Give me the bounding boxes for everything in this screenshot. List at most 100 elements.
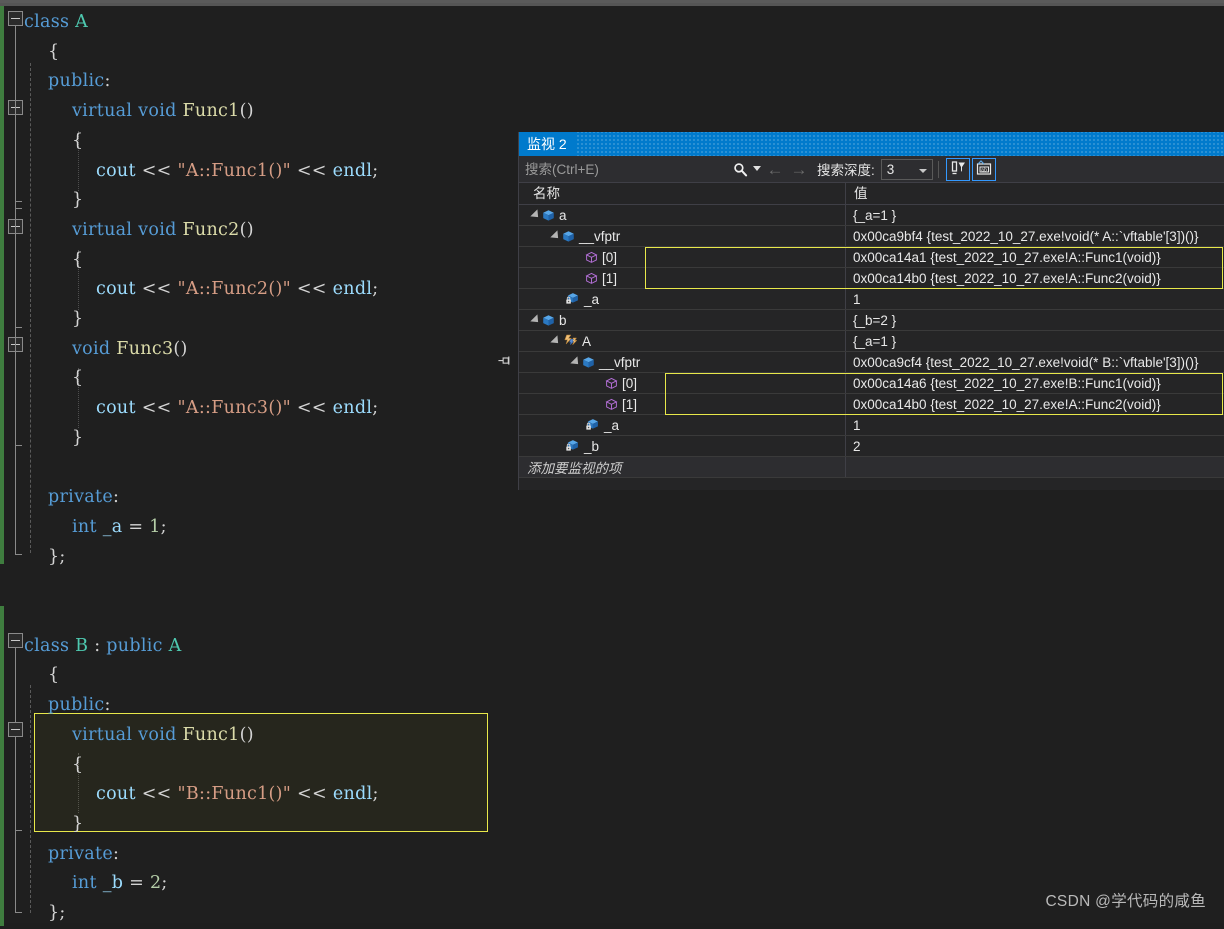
- search-previous-arrow-left-icon[interactable]: ←: [763, 159, 787, 180]
- watch-row-name-cell[interactable]: _a: [519, 415, 846, 435]
- code-line-19: };: [48, 543, 66, 573]
- watch-row[interactable]: a {_a=1 }: [519, 205, 1224, 226]
- watch-row-value-cell[interactable]: 0x00ca14a6 {test_2022_10_27.exe!B::Func1…: [846, 373, 1224, 393]
- code-line-30: int _b = 2;: [72, 869, 168, 899]
- code-token: cout: [96, 279, 136, 300]
- base-class-icon: [562, 334, 578, 348]
- watch-row-name-cell[interactable]: [0]: [519, 373, 846, 393]
- search-options-chevron-down-icon[interactable]: [751, 159, 763, 180]
- code-token: {: [72, 754, 84, 775]
- code-token: }: [72, 309, 84, 329]
- search-depth-label: 搜索深度:: [817, 163, 875, 178]
- code-token: public: [48, 71, 105, 92]
- watch-window-titlebar[interactable]: 监视 2: [519, 132, 1224, 156]
- watch-row[interactable]: b {_b=2 }: [519, 310, 1224, 331]
- watch-row-name-cell[interactable]: [0]: [519, 247, 846, 267]
- watch-row-name: __vfptr: [579, 228, 621, 244]
- code-token: <<: [141, 279, 172, 300]
- code-token: ;: [160, 516, 167, 537]
- watch-row-value-cell[interactable]: 1: [846, 289, 1224, 309]
- code-token: ;: [372, 279, 379, 300]
- watch-row-value-cell[interactable]: 0x00ca9cf4 {test_2022_10_27.exe!void(* B…: [498, 352, 1224, 372]
- watch-row-value: 0x00ca14a1 {test_2022_10_27.exe!A::Func1…: [853, 249, 1161, 265]
- watch-row[interactable]: _a 1: [519, 415, 1224, 436]
- code-token: void: [138, 101, 177, 122]
- watch-row-name-cell[interactable]: [1]: [519, 268, 846, 288]
- code-token: }: [72, 427, 84, 448]
- watch-row-name-cell[interactable]: [1]: [519, 394, 846, 414]
- watch-row-value-cell[interactable]: {_a=1 }: [846, 205, 1224, 225]
- watch-row[interactable]: A {_a=1 }: [519, 331, 1224, 352]
- column-header-value[interactable]: 值: [846, 183, 1224, 204]
- watch-row[interactable]: __vfptr 0x00ca9bf4 {test_2022_10_27.exe!v…: [519, 226, 1224, 247]
- blue-cube-icon: [542, 314, 555, 327]
- hex-display-button[interactable]: ab: [971, 157, 996, 181]
- code-token: endl: [332, 398, 373, 419]
- search-next-arrow-right-icon[interactable]: →: [787, 159, 811, 180]
- code-line-1: class A: [24, 8, 88, 38]
- expander-triangle-icon[interactable]: [550, 335, 562, 347]
- code-token: (): [239, 724, 254, 745]
- watch-row[interactable]: __vfptr 0x00ca9cf4 {test_2022_10_27.exe!v…: [498, 352, 1224, 373]
- search-icon[interactable]: [729, 159, 751, 180]
- code-token: endl: [332, 279, 373, 300]
- search-input[interactable]: [523, 158, 729, 180]
- watch-column-headers: 名称 值: [519, 183, 1224, 205]
- add-watch-item-value[interactable]: [846, 457, 1224, 477]
- watch-row[interactable]: _a 1: [519, 289, 1224, 310]
- watch-row-value-cell[interactable]: 0x00ca9bf4 {test_2022_10_27.exe!void(* A…: [846, 226, 1224, 246]
- search-box[interactable]: [523, 158, 763, 180]
- watch-row[interactable]: [1] 0x00ca14b0 {test_2022_10_27.exe!A::Fu…: [519, 394, 1224, 415]
- watch-row-value-cell[interactable]: 0x00ca14b0 {test_2022_10_27.exe!A::Func2…: [846, 394, 1224, 414]
- watch-row-value: 0x00ca14b0 {test_2022_10_27.exe!A::Func2…: [853, 270, 1161, 286]
- watch-row-name-cell[interactable]: a: [519, 205, 846, 225]
- expander-triangle-icon[interactable]: [530, 314, 542, 326]
- search-depth-select[interactable]: 3: [880, 158, 933, 180]
- watch-row-name-cell[interactable]: A: [519, 331, 846, 351]
- watch-row-name-cell[interactable]: __vfptr: [519, 352, 846, 372]
- pin-filter-button[interactable]: [945, 157, 970, 181]
- watch-row-name: [0]: [602, 249, 618, 265]
- watch-row-name: b: [559, 312, 567, 328]
- watch-row[interactable]: _b 2: [519, 436, 1224, 457]
- watch-row-value-cell[interactable]: 2: [846, 436, 1224, 456]
- watch-row-value-cell[interactable]: 1: [846, 415, 1224, 435]
- watch-row-name-cell[interactable]: __vfptr: [519, 226, 846, 246]
- pin-filter-icon: [950, 160, 966, 179]
- code-token: <<: [296, 160, 327, 181]
- watch-row-value-cell[interactable]: 0x00ca14a1 {test_2022_10_27.exe!A::Func1…: [846, 247, 1224, 267]
- expander-triangle-icon[interactable]: [530, 209, 542, 221]
- toolbar-separator: [937, 160, 939, 178]
- code-token: ;: [161, 873, 168, 894]
- watch-row-name-cell[interactable]: b: [519, 310, 846, 330]
- add-watch-item-placeholder[interactable]: 添加要监视的项: [519, 457, 846, 477]
- code-line-23: {: [48, 661, 59, 691]
- code-token: 2: [149, 873, 162, 894]
- chevron-down-icon: [918, 168, 927, 173]
- watch-tool-window[interactable]: 监视 2 ← → 搜索深度: 3: [498, 132, 1224, 490]
- watch-row[interactable]: [1] 0x00ca14b0 {test_2022_10_27.exe!A::Fu…: [519, 268, 1224, 289]
- watch-row-name: _a: [584, 291, 600, 307]
- watch-rows-container[interactable]: a {_a=1 } __vfptr 0x00ca9bf4 {test_2022_10_…: [498, 205, 1224, 457]
- watch-row-name-cell[interactable]: _b: [519, 436, 846, 456]
- watch-row-name-cell[interactable]: _a: [519, 289, 846, 309]
- column-header-name[interactable]: 名称: [519, 183, 846, 204]
- code-token: :: [88, 635, 107, 656]
- code-line-27: cout << "B::Func1()" << endl;: [96, 780, 379, 810]
- watch-toolbar[interactable]: ← → 搜索深度: 3 ab: [519, 156, 1224, 183]
- watch-row-value-cell[interactable]: {_b=2 }: [846, 310, 1224, 330]
- watch-row-name: A: [582, 333, 592, 349]
- watch-row-name: _a: [604, 417, 620, 433]
- watch-row[interactable]: [0] 0x00ca14a1 {test_2022_10_27.exe!A::Fu…: [519, 247, 1224, 268]
- watch-row-value: {_b=2 }: [853, 312, 897, 328]
- watch-row-value-cell[interactable]: 0x00ca14b0 {test_2022_10_27.exe!A::Func2…: [846, 268, 1224, 288]
- code-token: private: [48, 843, 113, 864]
- add-watch-item-row[interactable]: 添加要监视的项: [519, 457, 1224, 478]
- expander-triangle-icon[interactable]: [550, 230, 562, 242]
- watch-row[interactable]: [0] 0x00ca14a6 {test_2022_10_27.exe!B::Fu…: [519, 373, 1224, 394]
- expander-triangle-icon[interactable]: [570, 356, 582, 368]
- watch-row-value-cell[interactable]: {_a=1 }: [846, 331, 1224, 351]
